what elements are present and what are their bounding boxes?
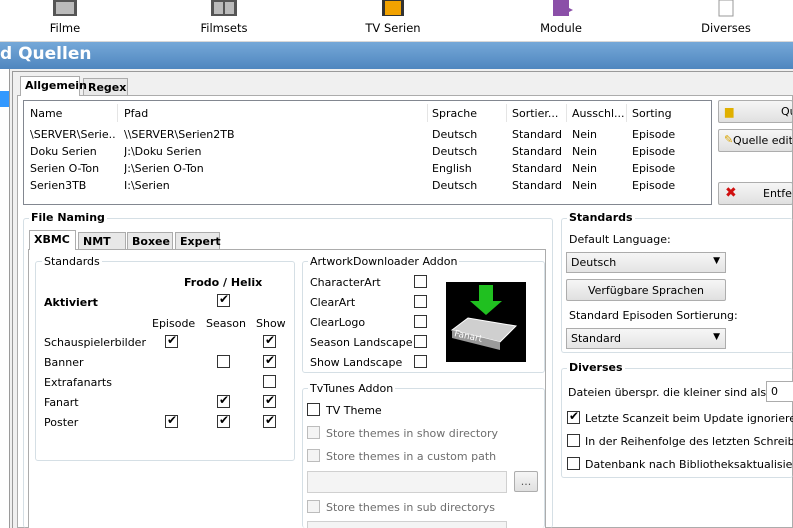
banner-season-checkbox[interactable] (217, 355, 230, 368)
download-arrow-icon (450, 285, 518, 350)
custom-path-checkbox[interactable] (307, 449, 320, 462)
ignore-scantime-checkbox[interactable]: ✔ (567, 409, 580, 424)
edit-folder-icon: ✎ (724, 133, 734, 146)
tab-regex[interactable]: Regex (83, 78, 128, 96)
tab-nmt[interactable]: NMT (78, 232, 126, 250)
tv-series-icon (382, 0, 404, 16)
tab-allgemein[interactable]: Allgemein (20, 76, 87, 96)
title-bar: d Quellen (0, 42, 793, 69)
tab-boxee[interactable]: Boxee (127, 232, 173, 250)
edit-source-button[interactable]: ✎ Quelle editi (718, 129, 793, 152)
col-divider (117, 104, 118, 122)
poster-season-checkbox[interactable]: ✔ (217, 413, 230, 428)
sub-directory-input[interactable] (307, 521, 507, 528)
col-ausschl-header[interactable]: Ausschl... (572, 107, 625, 120)
toolbar-filme[interactable]: Filme (40, 0, 90, 42)
skip-size-input[interactable]: 0 (766, 381, 793, 402)
col-pfad-header[interactable]: Pfad (124, 107, 148, 120)
remove-icon: ✖ (725, 185, 737, 201)
remove-source-button[interactable]: ✖ Entfer (718, 182, 793, 205)
write-order-checkbox[interactable] (567, 434, 580, 447)
file-naming-title: File Naming (29, 211, 107, 224)
frodo-helix-label: Frodo / Helix (184, 276, 263, 289)
poster-show-checkbox[interactable]: ✔ (263, 413, 276, 428)
db-update-checkbox[interactable] (567, 457, 580, 470)
schauspielerbilder-show-checkbox[interactable]: ✔ (263, 333, 276, 348)
tab-expert[interactable]: Expert (175, 232, 221, 250)
col-divider (427, 104, 428, 122)
chevron-down-icon: ▼ (713, 256, 720, 266)
episode-sort-select[interactable]: Standard ▼ (566, 328, 726, 349)
sources-list[interactable]: Name Pfad Sprache Sortier... Ausschl... … (23, 100, 712, 205)
film-icon (53, 0, 77, 16)
default-language-select[interactable]: Deutsch ▼ (566, 252, 726, 273)
document-icon (718, 0, 734, 17)
sub-directory-checkbox[interactable] (307, 500, 320, 513)
clearlogo-checkbox[interactable] (414, 315, 427, 328)
toolbar-tv-serien[interactable]: TV Serien (362, 0, 424, 42)
filmsets-icon (211, 0, 237, 16)
browse-path-button[interactable]: ... (514, 471, 538, 492)
toolbar-diverses[interactable]: Diverses (700, 0, 752, 42)
show-directory-checkbox[interactable] (307, 426, 320, 439)
aktiviert-checkbox[interactable]: ✔ (217, 292, 230, 307)
aktiviert-label: Aktiviert (44, 296, 98, 309)
tab-xbmc[interactable]: XBMC (29, 230, 76, 250)
schauspielerbilder-episode-checkbox[interactable]: ✔ (165, 333, 178, 348)
season-landscape-checkbox[interactable] (414, 335, 427, 348)
clearart-checkbox[interactable] (414, 295, 427, 308)
add-source-button[interactable]: ▆ Qu (718, 100, 793, 123)
col-sorting-header[interactable]: Sorting (632, 107, 672, 120)
col-divider (566, 104, 567, 122)
show-landscape-checkbox[interactable] (414, 355, 427, 368)
col-divider (626, 104, 627, 122)
page-title: d Quellen (0, 44, 92, 64)
extrafanarts-show-checkbox[interactable] (263, 375, 276, 388)
toolbar-filmsets[interactable]: Filmsets (198, 0, 250, 42)
poster-episode-checkbox[interactable]: ✔ (165, 413, 178, 428)
fanart-season-checkbox[interactable]: ✔ (217, 393, 230, 408)
banner-show-checkbox[interactable]: ✔ (263, 353, 276, 368)
main-toolbar: Filme Filmsets TV Serien Module Diverses (0, 0, 793, 42)
tv-theme-checkbox[interactable] (307, 403, 320, 416)
tree-selection (0, 91, 9, 107)
left-tree-pane[interactable] (0, 69, 10, 528)
col-name-header[interactable]: Name (30, 107, 62, 120)
characterart-checkbox[interactable] (414, 275, 427, 288)
col-sprache-header[interactable]: Sprache (432, 107, 477, 120)
puzzle-icon (553, 0, 573, 16)
col-divider (506, 104, 507, 122)
chevron-down-icon: ▼ (713, 332, 720, 342)
available-languages-button[interactable]: Verfügbare Sprachen (566, 279, 726, 301)
artwork-downloader-logo: Fanart (446, 282, 526, 362)
add-folder-icon: ▆ (725, 105, 734, 118)
col-sortier-header[interactable]: Sortier... (512, 107, 558, 120)
fanart-show-checkbox[interactable]: ✔ (263, 393, 276, 408)
toolbar-module[interactable]: Module (535, 0, 587, 42)
custom-path-input[interactable] (307, 471, 507, 493)
